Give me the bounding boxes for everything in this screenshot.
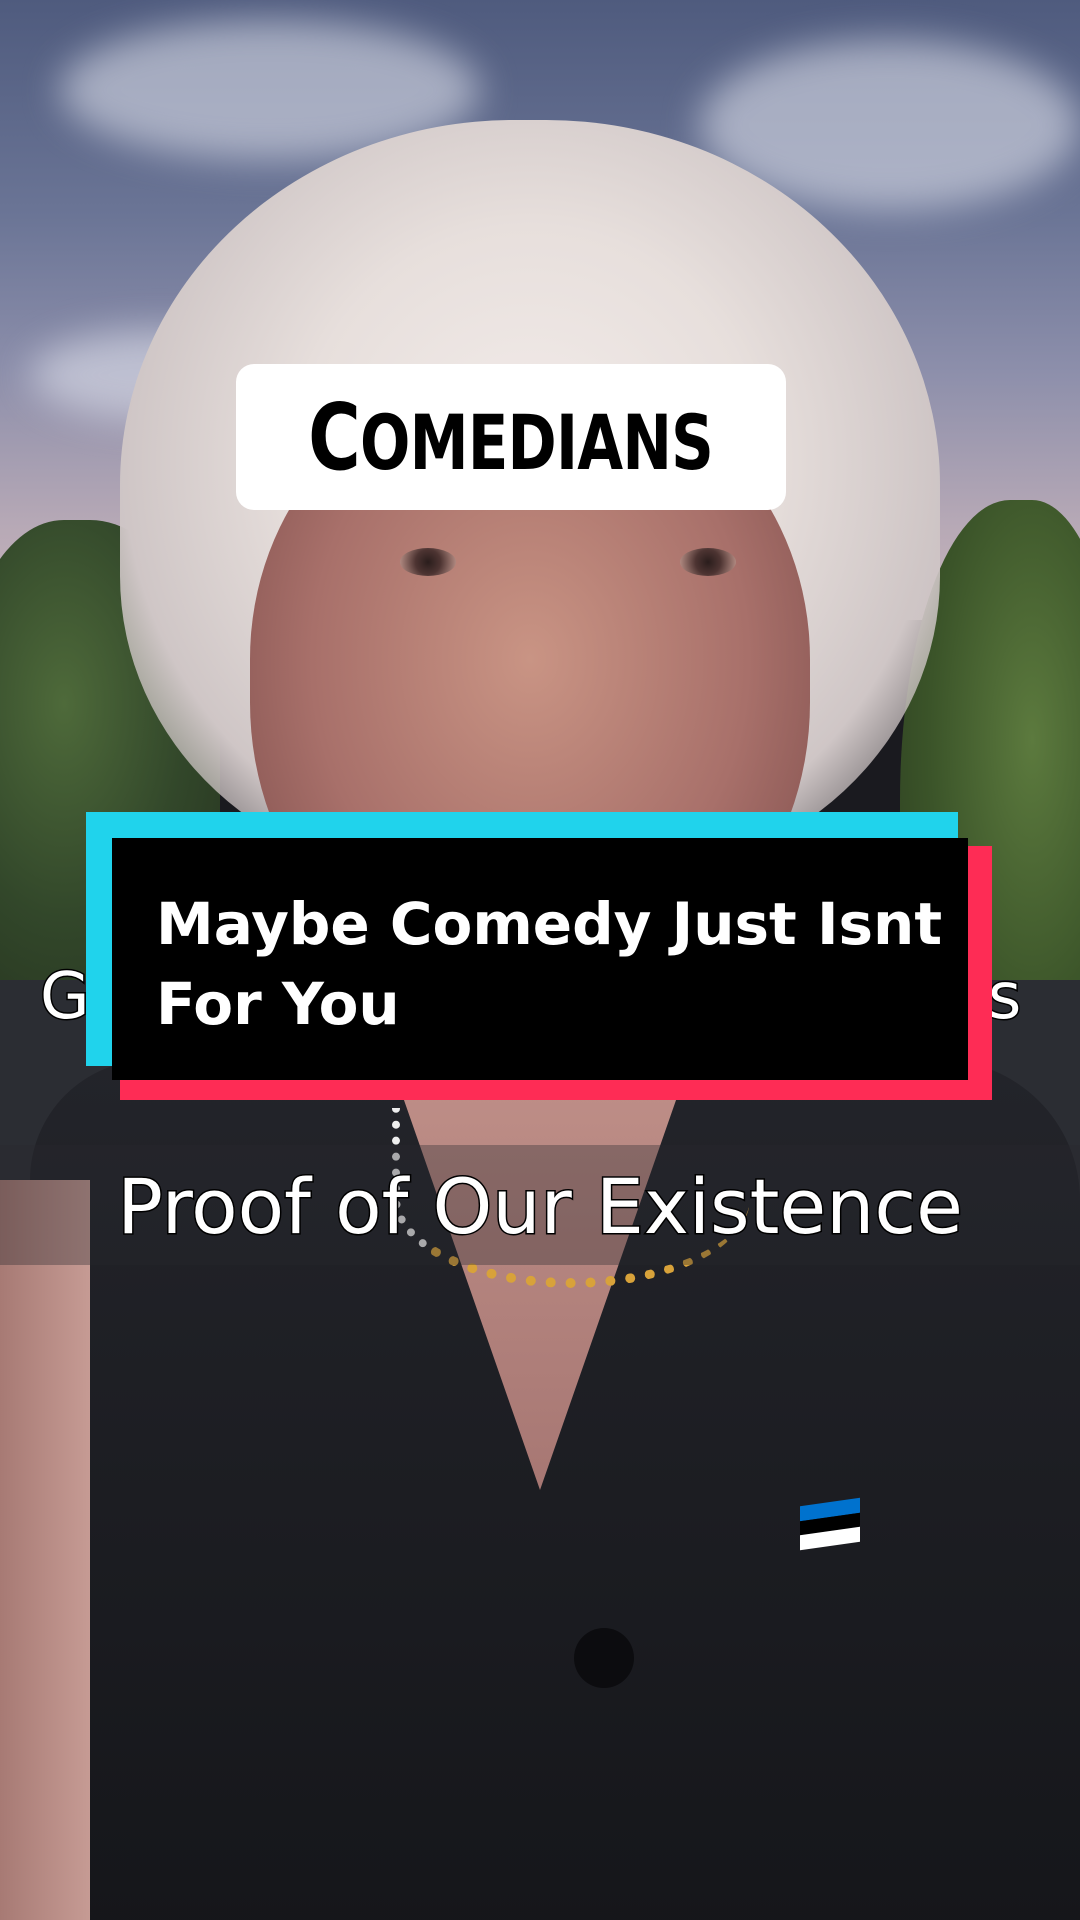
flag-pin-icon bbox=[800, 1497, 860, 1551]
vest-button bbox=[574, 1628, 634, 1688]
person-eye-left bbox=[400, 548, 456, 576]
background-caption-fragment-left: G bbox=[39, 959, 92, 1036]
video-frame: G s Proof of Our Existence COMEDIANS May… bbox=[0, 0, 1080, 1920]
person-arm bbox=[0, 1180, 90, 1920]
caption-card-line-1: Maybe Comedy Just Isnt bbox=[156, 890, 943, 958]
caption-card-line-2: For You bbox=[156, 970, 400, 1038]
person-eye-right bbox=[680, 548, 736, 576]
caption-card-text: Maybe Comedy Just Isnt For You bbox=[156, 884, 956, 1044]
title-label-box: COMEDIANS bbox=[236, 364, 786, 510]
background-caption-lower: Proof of Our Existence bbox=[116, 1161, 965, 1253]
title-label: COMEDIANS bbox=[308, 383, 715, 491]
background-caption-fragment-right: s bbox=[986, 959, 1022, 1036]
